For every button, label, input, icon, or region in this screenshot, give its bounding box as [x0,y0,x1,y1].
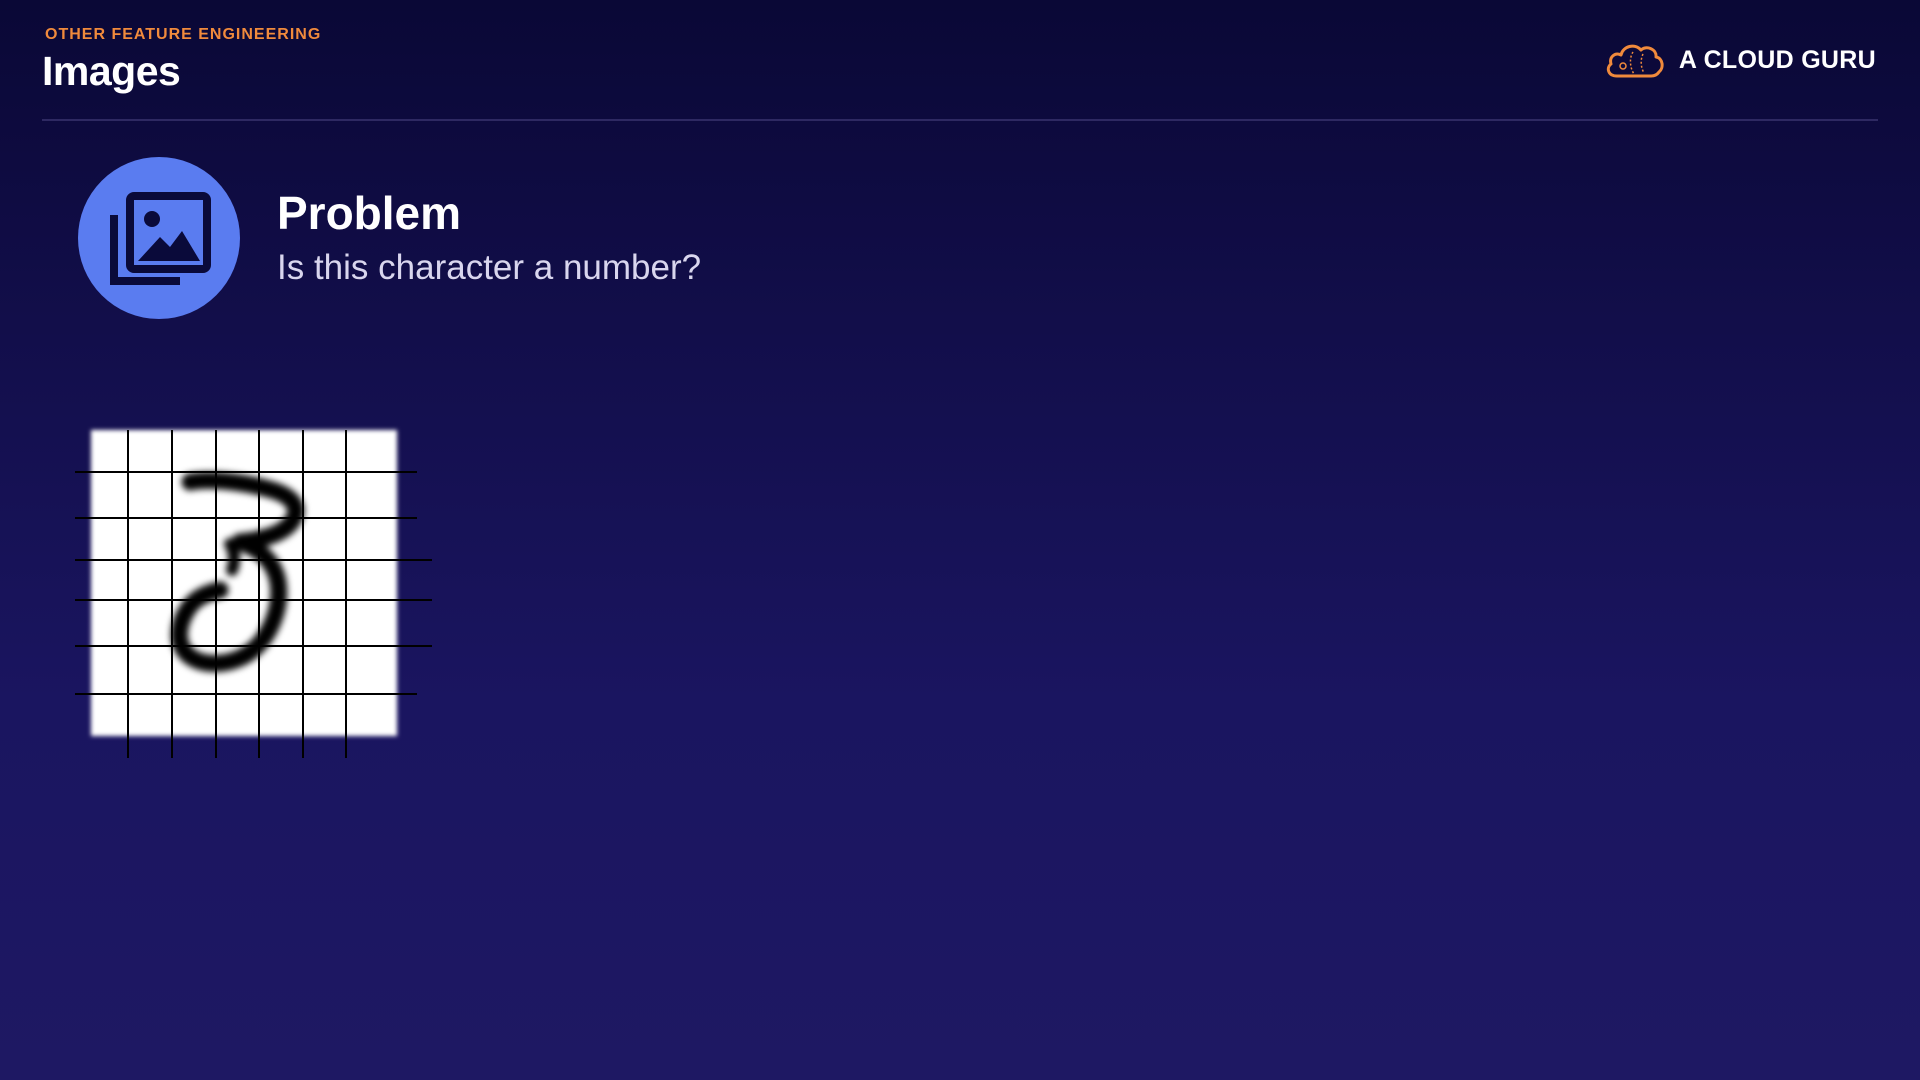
image-gallery-icon [110,192,211,285]
problem-icon-badge [78,157,240,319]
slide-title: Images [42,48,181,94]
brand-name: A CLOUD GURU [1678,45,1876,74]
header-divider [42,119,1878,121]
problem-heading: Problem [277,187,462,239]
section-eyebrow: OTHER FEATURE ENGINEERING [45,26,322,43]
slide-header: OTHER FEATURE ENGINEERING Images A CLOUD… [0,0,1920,120]
problem-question: Is this character a number? [277,248,702,287]
brand: A CLOUD GURU [1603,38,1876,82]
handwritten-digit-grid-figure [75,430,432,758]
cloud-icon [1606,44,1664,78]
